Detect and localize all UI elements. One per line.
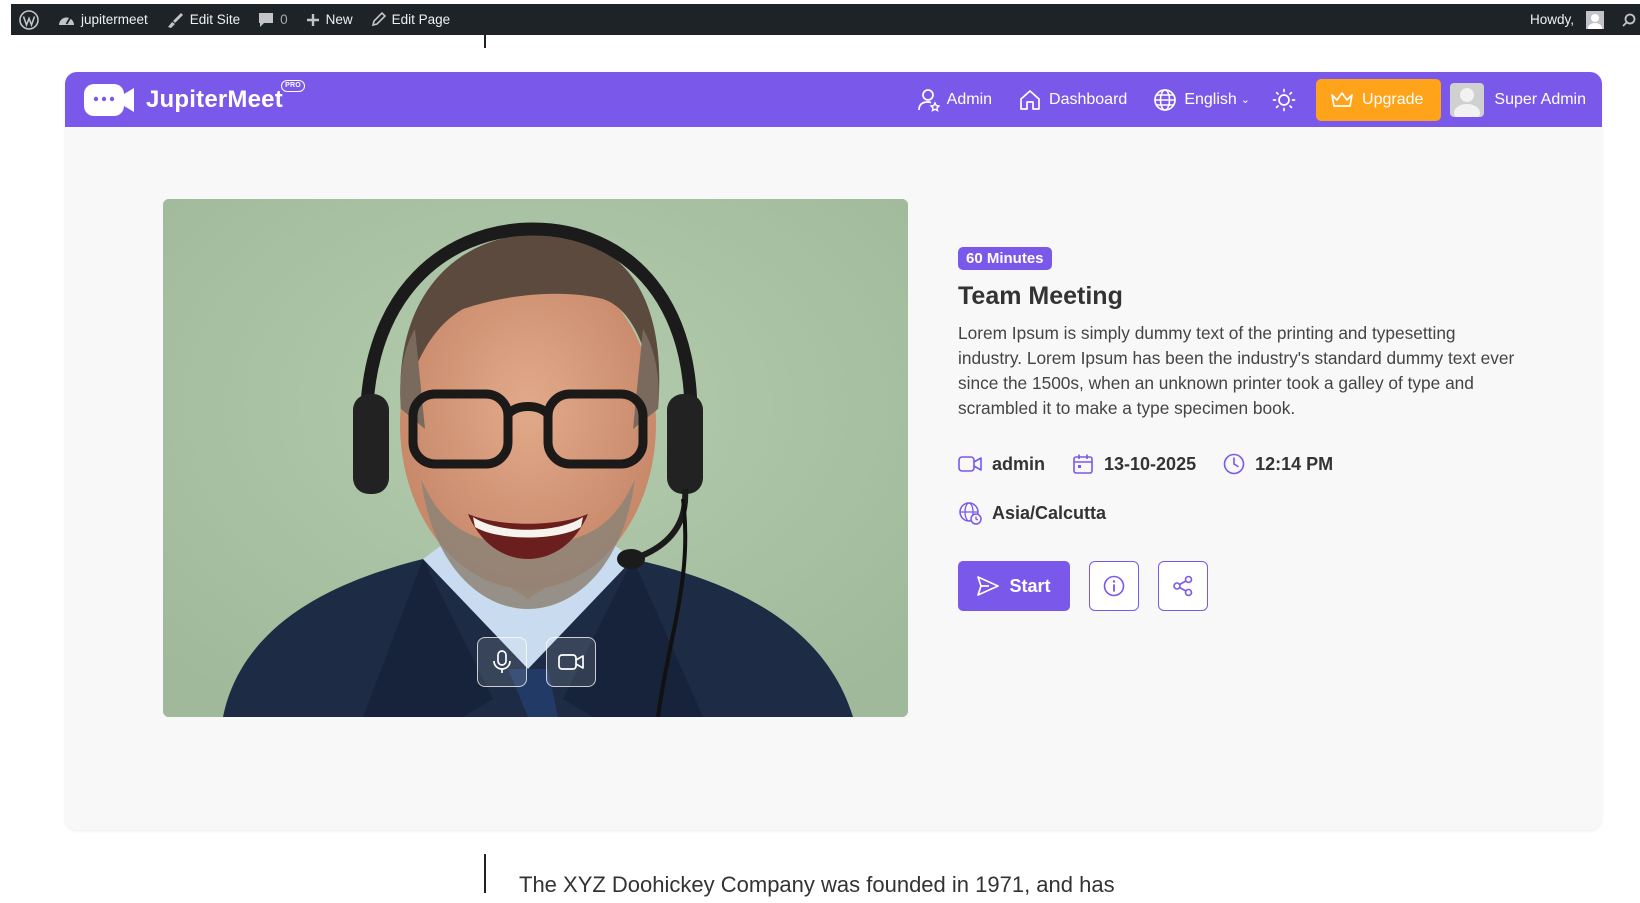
nav-dashboard-label: Dashboard: [1049, 90, 1128, 108]
brush-icon: [167, 12, 183, 28]
pro-badge: PRO: [281, 79, 305, 92]
site-name-menu[interactable]: jupitermeet: [49, 4, 157, 35]
editor-guide-line: [484, 35, 486, 48]
nav-admin-label: Admin: [946, 90, 993, 108]
edit-site-label: Edit Site: [189, 12, 241, 27]
brand-name: JupiterMeet PRO: [146, 79, 305, 114]
share-icon: [1173, 575, 1193, 597]
app-navbar: JupiterMeet PRO Admin Dashboard English …: [65, 72, 1602, 127]
pencil-icon: [371, 12, 386, 27]
meeting-meta: admin 13-10-2025 12:14 PM: [958, 453, 1518, 475]
video-chat-logo-icon: [82, 82, 136, 118]
brand-name-text: JupiterMeet: [146, 85, 283, 113]
search-icon: [1622, 13, 1636, 27]
comments-count: 0: [280, 12, 288, 27]
edit-site-link[interactable]: Edit Site: [157, 4, 249, 35]
site-name: jupitermeet: [81, 12, 148, 27]
edit-page-label: Edit Page: [391, 12, 451, 27]
language-label: English: [1184, 90, 1237, 108]
nav-admin[interactable]: Admin: [917, 88, 993, 112]
comments-link[interactable]: 0: [249, 4, 297, 35]
meeting-date: 13-10-2025: [1072, 453, 1196, 475]
video-camera-icon: [558, 654, 584, 670]
wordpress-logo-icon[interactable]: [11, 4, 49, 35]
meeting-actions: Start: [958, 561, 1518, 611]
page-body-text: The XYZ Doohickey Company was founded in…: [519, 872, 1115, 897]
host-name: admin: [992, 453, 1046, 474]
meeting-host: admin: [958, 454, 1045, 475]
edit-page-link[interactable]: Edit Page: [362, 4, 460, 35]
nav-dashboard[interactable]: Dashboard: [1018, 88, 1127, 112]
meeting-description: Lorem Ipsum is simply dummy text of the …: [958, 323, 1515, 418]
howdy-label: Howdy,: [1529, 12, 1574, 27]
brand-logo[interactable]: JupiterMeet PRO: [82, 79, 305, 118]
upgrade-button[interactable]: Upgrade: [1316, 78, 1442, 121]
meeting-info-button[interactable]: [1089, 561, 1139, 611]
meeting-timezone: Asia/Calcutta: [958, 501, 1518, 525]
user-star-icon: [917, 88, 940, 112]
info-icon: [1103, 575, 1125, 597]
camera-toggle-button[interactable]: [546, 637, 596, 687]
theme-toggle[interactable]: [1272, 88, 1296, 112]
video-preview: [163, 199, 908, 717]
user-avatar: [1586, 10, 1604, 29]
new-content-link[interactable]: New: [297, 4, 362, 35]
camera-feed-image: [163, 199, 908, 717]
user-profile-menu[interactable]: Super Admin: [1450, 82, 1586, 117]
meeting-details: 60 Minutes Team Meeting Lorem Ipsum is s…: [958, 247, 1518, 611]
editor-guide-line-bottom: [484, 854, 486, 893]
plus-icon: [306, 13, 319, 26]
dashboard-gauge-icon: [59, 17, 74, 25]
clock-icon: [1223, 453, 1245, 475]
admin-bar-search[interactable]: [1613, 4, 1640, 35]
user-name: Super Admin: [1494, 90, 1586, 108]
calendar-icon: [1073, 454, 1093, 474]
send-icon: [977, 576, 1000, 596]
chevron-down-icon: ⌄: [1240, 94, 1251, 106]
start-label: Start: [1009, 575, 1051, 596]
comment-icon: [259, 12, 274, 27]
sun-icon: [1272, 88, 1296, 111]
language-selector[interactable]: English ⌄: [1153, 88, 1250, 112]
wp-admin-bar: jupitermeet Edit Site 0 New Edit Page Ho…: [11, 4, 1640, 35]
timezone-value: Asia/Calcutta: [992, 502, 1107, 523]
microphone-icon: [493, 650, 511, 673]
share-meeting-button[interactable]: [1158, 561, 1208, 611]
globe-icon: [1154, 88, 1177, 111]
avatar: [1450, 82, 1485, 117]
upgrade-label: Upgrade: [1362, 90, 1424, 108]
time-value: 12:14 PM: [1255, 453, 1334, 474]
meeting-time: 12:14 PM: [1223, 453, 1333, 475]
globe-clock-icon: [959, 502, 982, 525]
home-icon: [1020, 89, 1040, 110]
date-value: 13-10-2025: [1104, 453, 1197, 474]
duration-badge: 60 Minutes: [958, 247, 1052, 270]
microphone-toggle-button[interactable]: [477, 637, 527, 687]
new-label: New: [325, 12, 353, 27]
crown-icon: [1331, 91, 1353, 107]
meeting-title: Team Meeting: [958, 282, 1123, 310]
video-camera-icon: [958, 456, 982, 472]
my-account-menu[interactable]: Howdy,: [1521, 4, 1613, 35]
start-meeting-button[interactable]: Start: [958, 561, 1070, 611]
meeting-card: JupiterMeet PRO Admin Dashboard English …: [65, 72, 1602, 830]
